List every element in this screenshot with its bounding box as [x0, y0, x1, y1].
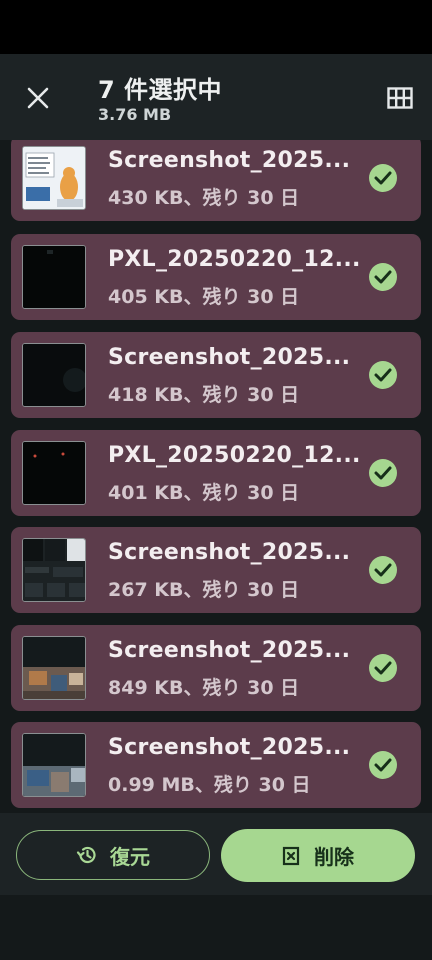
file-name: Screenshot_2025... [108, 345, 351, 370]
file-name: Screenshot_2025... [108, 148, 351, 173]
selected-check-icon[interactable] [369, 361, 397, 389]
file-name: Screenshot_2025... [108, 638, 351, 663]
grid-view-button[interactable] [380, 78, 420, 118]
selected-check-icon[interactable] [369, 556, 397, 584]
selection-title: 7 件選択中 [98, 76, 223, 104]
list-item[interactable]: Screenshot_2025... 430 KB、残り 30 日 [11, 140, 421, 221]
restore-button[interactable]: 復元 [16, 830, 210, 880]
close-icon [27, 87, 49, 109]
selection-size: 3.76 MB [98, 105, 172, 124]
gesture-nav-area [0, 895, 432, 960]
list-item[interactable]: Screenshot_2025... 267 KB、残り 30 日 [11, 527, 421, 613]
delete-button[interactable]: 削除 [221, 829, 415, 882]
file-thumbnail [22, 441, 86, 505]
delete-forever-icon [282, 846, 300, 865]
selected-check-icon[interactable] [369, 654, 397, 682]
restore-history-icon [76, 846, 96, 864]
action-bar: 復元 削除 [0, 813, 432, 895]
file-thumbnail [22, 245, 86, 309]
selected-check-icon[interactable] [369, 459, 397, 487]
file-thumbnail [22, 538, 86, 602]
restore-label: 復元 [110, 844, 150, 869]
list-item[interactable]: PXL_20250220_12... 405 KB、残り 30 日 [11, 234, 421, 320]
file-thumbnail [22, 636, 86, 700]
trash-file-list[interactable]: Screenshot_2025... 430 KB、残り 30 日 PXL_20… [0, 140, 432, 813]
close-button[interactable] [18, 78, 58, 118]
list-item[interactable]: Screenshot_2025... 418 KB、残り 30 日 [11, 332, 421, 418]
file-meta: 849 KB、残り 30 日 [108, 677, 300, 699]
selected-check-icon[interactable] [369, 164, 397, 192]
selected-check-icon[interactable] [369, 263, 397, 291]
file-thumbnail [22, 343, 86, 407]
file-name: Screenshot_2025... [108, 735, 351, 760]
file-meta: 401 KB、残り 30 日 [108, 482, 300, 504]
file-name: PXL_20250220_12... [108, 443, 361, 468]
list-item[interactable]: PXL_20250220_12... 401 KB、残り 30 日 [11, 430, 421, 516]
selected-check-icon[interactable] [369, 751, 397, 779]
file-thumbnail [22, 146, 86, 210]
list-item[interactable]: Screenshot_2025... 0.99 MB、残り 30 日 [11, 722, 421, 808]
delete-label: 削除 [314, 845, 354, 869]
file-thumbnail [22, 733, 86, 797]
app-bar: 7 件選択中 3.76 MB [0, 54, 432, 140]
file-meta: 405 KB、残り 30 日 [108, 286, 300, 308]
status-bar [0, 0, 432, 54]
file-name: PXL_20250220_12... [108, 247, 361, 272]
file-name: Screenshot_2025... [108, 540, 351, 565]
grid-view-icon [387, 87, 413, 109]
file-meta: 267 KB、残り 30 日 [108, 579, 300, 601]
list-item[interactable]: Screenshot_2025... 849 KB、残り 30 日 [11, 625, 421, 711]
file-meta: 418 KB、残り 30 日 [108, 384, 300, 406]
file-meta: 0.99 MB、残り 30 日 [108, 774, 311, 796]
file-meta: 430 KB、残り 30 日 [108, 187, 300, 209]
